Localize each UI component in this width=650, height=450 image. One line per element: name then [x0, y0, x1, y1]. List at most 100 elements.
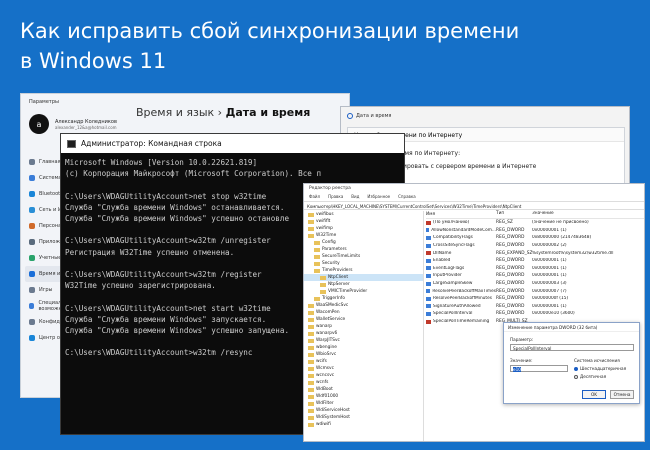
tree-item[interactable]: vwifibus: [304, 211, 423, 218]
tree-item[interactable]: Wdf01000: [304, 393, 423, 400]
tree-item[interactable]: VMICTimeProvider: [304, 288, 423, 295]
value-row[interactable]: SpecialPollInterval REG_DWORD 0x00000e10 (…: [426, 310, 644, 318]
breadcrumb-parent[interactable]: Время и язык: [136, 106, 214, 119]
tree-item[interactable]: TriggerInfo: [304, 295, 423, 302]
tree-item-label: WaaSMedicSvc: [316, 303, 349, 308]
column-type[interactable]: Тип: [496, 211, 532, 218]
tree-item[interactable]: WalletService: [304, 316, 423, 323]
tree-item[interactable]: TimeProviders: [304, 267, 423, 274]
folder-icon: [314, 247, 320, 252]
value-row[interactable]: ResolvePeerBackoffMinutes REG_DWORD 0x0000…: [426, 295, 644, 303]
value-data: 0x00000002 (2): [532, 243, 567, 249]
ok-button[interactable]: OK: [582, 390, 606, 399]
tree-item[interactable]: Config: [304, 239, 423, 246]
tree-item[interactable]: W32Time: [304, 232, 423, 239]
value-input[interactable]: e10: [510, 365, 568, 372]
nav-icon: [29, 335, 35, 341]
tree-item[interactable]: wanarp: [304, 323, 423, 330]
value-row[interactable]: EventLogFlags REG_DWORD 0x00000001 (1): [426, 265, 644, 273]
tree-item[interactable]: vwififlt: [304, 218, 423, 225]
string-value-icon: [426, 319, 431, 324]
value-row[interactable]: AllowNonstandardModeCom... REG_DWORD 0x000…: [426, 227, 644, 235]
folder-icon: [308, 233, 314, 238]
menu-item[interactable]: Избранное: [367, 194, 390, 201]
value-text: e10: [513, 367, 521, 372]
folder-icon: [308, 331, 314, 336]
tree-item[interactable]: WdFilter: [304, 400, 423, 407]
value-row[interactable]: ResolvePeerBackoffMaxTimes REG_DWORD 0x000…: [426, 287, 644, 295]
tree-item-label: WdiServiceHost: [316, 408, 350, 413]
radio-dec[interactable]: Десятичная: [574, 374, 606, 379]
value-row[interactable]: CompatibilityFlags REG_DWORD 0x80000000 (2…: [426, 234, 644, 242]
tree-item[interactable]: WdBoot: [304, 386, 423, 393]
nav-icon: [29, 319, 35, 325]
nav-icon: [29, 255, 35, 261]
tree-item[interactable]: Security: [304, 260, 423, 267]
value-type: REG_DWORD: [496, 235, 525, 241]
tree-item[interactable]: WacomPen: [304, 309, 423, 316]
folder-icon: [308, 338, 314, 343]
value-type: REG_DWORD: [496, 227, 525, 233]
tree-item-label: wbengine: [316, 345, 337, 350]
value-type: REG_DWORD: [496, 296, 525, 302]
tree-item-label: TimeProviders: [322, 268, 353, 273]
registry-tree: vwifibus vwififlt vwifimp W32Time Config Para…: [304, 211, 424, 441]
folder-icon: [314, 296, 320, 301]
tree-item[interactable]: WarpJITSvc: [304, 337, 423, 344]
menu-item[interactable]: Вид: [351, 194, 359, 201]
menu-item[interactable]: Правка: [328, 194, 343, 201]
nav-icon: [29, 159, 35, 165]
tree-item[interactable]: WdiServiceHost: [304, 407, 423, 414]
tree-item[interactable]: wcncsvc: [304, 372, 423, 379]
value-type: REG_DWORD: [496, 311, 525, 317]
tree-item[interactable]: vwifimp: [304, 225, 423, 232]
tree-item-label: Wcmsvc: [316, 366, 334, 371]
value-type: REG_DWORD: [496, 303, 525, 309]
menu-item[interactable]: Справка: [398, 194, 416, 201]
value-name: SignatureAuthAllowed: [433, 303, 481, 309]
column-value[interactable]: Значение: [532, 211, 642, 218]
value-row[interactable]: Enabled REG_DWORD 0x00000001 (1): [426, 257, 644, 265]
tree-item[interactable]: wdiwifi: [304, 421, 423, 428]
value-type: REG_DWORD: [496, 265, 525, 271]
tree-item[interactable]: WaaSMedicSvc: [304, 302, 423, 309]
tree-item[interactable]: wanarpv6: [304, 330, 423, 337]
tree-item[interactable]: wcnfs: [304, 379, 423, 386]
folder-icon: [308, 415, 314, 420]
radio-hex[interactable]: Шестнадцатеричная: [574, 366, 626, 371]
tree-item[interactable]: wcifs: [304, 358, 423, 365]
tree-item[interactable]: SecureTimeLimits: [304, 253, 423, 260]
edit-dialog-title: Изменение параметра DWORD (32 бита): [504, 323, 639, 332]
tree-item[interactable]: NtpServer: [304, 281, 423, 288]
tree-item[interactable]: NtpClient: [304, 274, 423, 281]
nav-icon: [29, 223, 35, 229]
tree-item-label: Wdf01000: [316, 394, 339, 399]
value-data: 0x00000001 (1): [532, 265, 567, 271]
tree-item[interactable]: WbioSrvc: [304, 351, 423, 358]
tree-item[interactable]: Wcmsvc: [304, 365, 423, 372]
dword-value-icon: [426, 258, 431, 263]
menu-item[interactable]: Файл: [309, 194, 320, 201]
value-row[interactable]: DllName REG_EXPAND_SZ %systemroot%\system3…: [426, 249, 644, 257]
value-name: DllName: [433, 250, 452, 256]
column-name[interactable]: Имя: [426, 211, 496, 218]
tree-item[interactable]: wbengine: [304, 344, 423, 351]
value-name: ResolvePeerBackoffMinutes: [433, 296, 492, 302]
value-row[interactable]: CrossSiteSyncFlags REG_DWORD 0x00000002 (2…: [426, 242, 644, 250]
value-row[interactable]: InputProvider REG_DWORD 0x00000001 (1): [426, 272, 644, 280]
value-row[interactable]: (По умолчанию) REG_SZ (значение не присвое…: [426, 219, 644, 227]
folder-icon: [308, 310, 314, 315]
tree-item-label: WacomPen: [316, 310, 340, 315]
value-name: ResolvePeerBackoffMaxTimes: [432, 288, 496, 294]
user-profile[interactable]: a Александр Коледников alexander_12&a@ho…: [29, 114, 117, 134]
value-row[interactable]: SignatureAuthAllowed REG_DWORD 0x00000001 …: [426, 303, 644, 311]
value-row[interactable]: LargeSampleSkew REG_DWORD 0x00000003 (3): [426, 280, 644, 288]
tree-item-label: wcifs: [316, 359, 327, 364]
tree-item[interactable]: WdiSystemHost: [304, 414, 423, 421]
cancel-button[interactable]: Отмена: [610, 390, 634, 399]
value-data: 0x00000001 (1): [532, 258, 567, 264]
value-label: Значение:: [510, 358, 533, 363]
registry-path[interactable]: Компьютер\HKEY_LOCAL_MACHINE\SYSTEM\Curr…: [304, 201, 644, 210]
tree-item[interactable]: Parameters: [304, 246, 423, 253]
folder-icon: [314, 261, 320, 266]
